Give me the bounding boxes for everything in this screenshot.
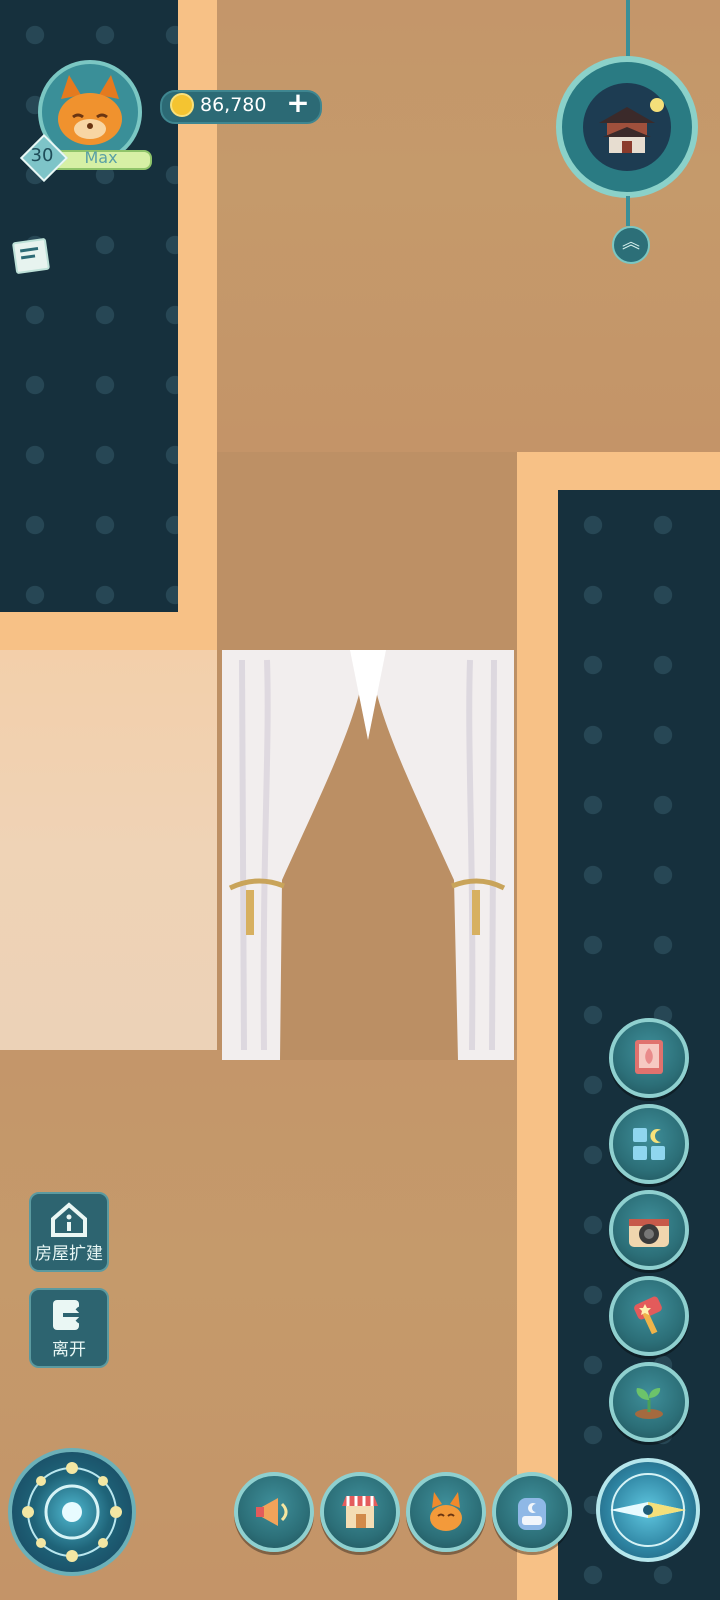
add-coins-button[interactable]: + [284,88,312,118]
magic-circle-button[interactable] [8,1448,136,1576]
event-button[interactable] [609,1276,689,1356]
leave-label: 离开 [52,1339,86,1360]
lace-curtain [222,650,514,1060]
blocks-moon-icon [633,1128,665,1160]
exit-icon [53,1299,87,1330]
house-expand-button[interactable]: 房屋扩建 [29,1192,109,1272]
camera-icon [629,1219,669,1247]
furniture-button[interactable] [609,1104,689,1184]
announcement-button[interactable] [234,1472,314,1552]
plant-button[interactable] [609,1362,689,1442]
backpack-button[interactable] [492,1472,572,1552]
book-icon [635,1040,663,1074]
double-chevron-up-icon: ︽ [622,232,640,253]
level-number: 30 [30,145,54,166]
location-string-lower [626,196,630,226]
compass-icon [610,1473,686,1547]
coin-icon [170,93,194,117]
fox-icon [430,1492,462,1531]
camera-button[interactable] [609,1190,689,1270]
magic-circle-icon [22,1462,122,1562]
temple-building-icon [583,83,671,171]
shop-button[interactable] [320,1472,400,1552]
notes-icon[interactable] [11,237,51,275]
hammer-icon [634,1296,662,1335]
megaphone-icon [256,1498,288,1526]
trim-vertical-right [517,452,558,1600]
shop-icon [342,1496,378,1528]
backpack-icon [518,1498,546,1530]
house-info-icon [51,1201,87,1237]
guide-book-button[interactable] [609,1018,689,1098]
level-status-text: Max [84,148,118,167]
orange-fox-avatar-icon [58,75,122,145]
coin-amount: 86,780 [200,94,267,116]
location-map-button[interactable] [556,56,698,198]
house-expand-label: 房屋扩建 [35,1243,103,1264]
pets-button[interactable] [406,1472,486,1552]
left-light-room [0,650,217,1050]
compass-button[interactable] [596,1458,700,1562]
leave-button[interactable]: 离开 [29,1288,109,1368]
sprout-icon [635,1388,663,1419]
trim-horizontal-left [0,612,217,650]
expand-up-button[interactable]: ︽ [612,226,650,264]
location-string [626,0,630,62]
